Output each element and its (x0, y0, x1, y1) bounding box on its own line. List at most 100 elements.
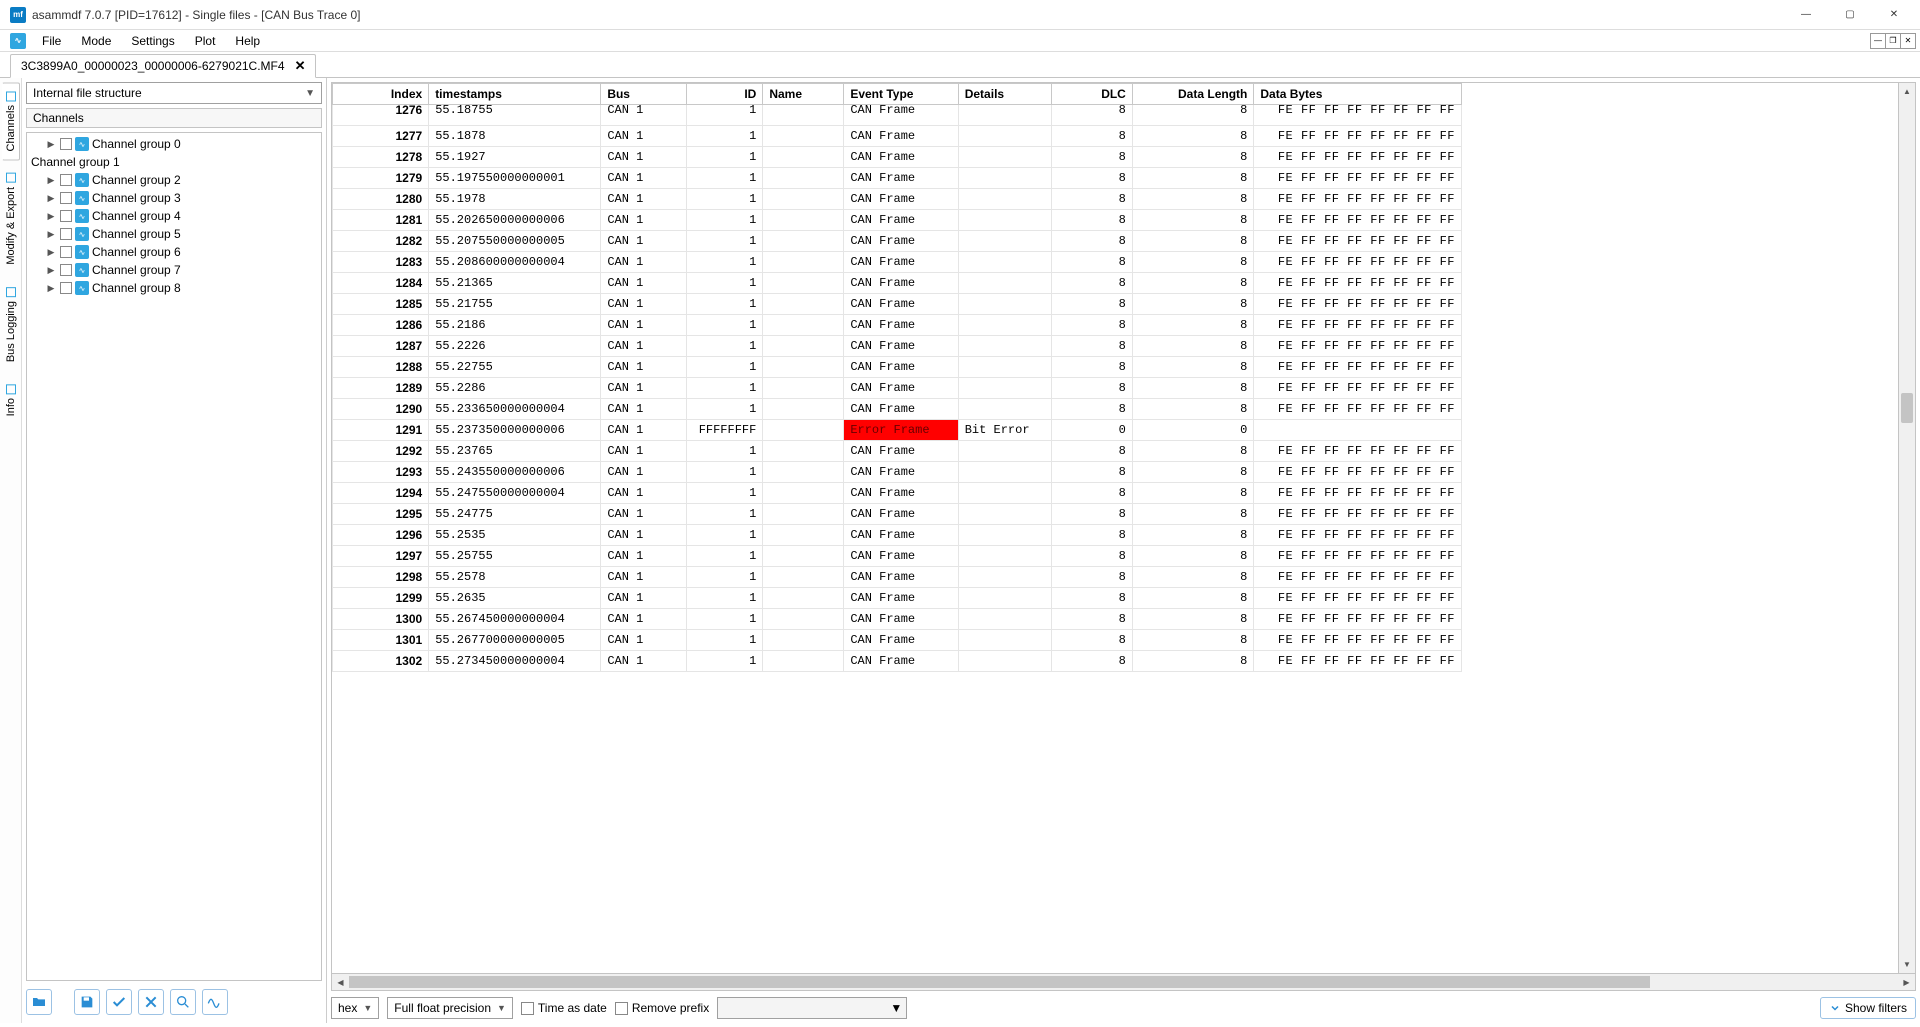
table-row[interactable]: 129055.233650000000004CAN 11CAN Frame88F… (333, 399, 1462, 420)
table-row[interactable]: 128755.2226CAN 11CAN Frame88FE FF FF FF … (333, 336, 1462, 357)
tree-checkbox[interactable] (60, 228, 72, 240)
table-row[interactable]: 127955.197550000000001CAN 11CAN Frame88F… (333, 168, 1462, 189)
scroll-thumb[interactable] (1901, 393, 1913, 423)
radix-combo[interactable]: hex ▼ (331, 997, 379, 1019)
minimize-button[interactable]: — (1784, 0, 1828, 30)
scroll-down-icon[interactable]: ▼ (1899, 956, 1915, 973)
clear-button[interactable] (138, 989, 164, 1015)
col-header-bus[interactable]: Bus (601, 84, 687, 105)
col-header-data-bytes[interactable]: Data Bytes (1254, 84, 1462, 105)
col-header-dlc[interactable]: DLC (1051, 84, 1132, 105)
col-header-data-length[interactable]: Data Length (1132, 84, 1254, 105)
table-row[interactable]: 129155.237350000000006CAN 1FFFFFFFFError… (333, 420, 1462, 441)
tree-checkbox[interactable] (60, 210, 72, 222)
channel-group-row[interactable]: ▶∿Channel group 4 (29, 207, 319, 225)
menu-mode[interactable]: Mode (71, 32, 121, 50)
file-tab[interactable]: 3C3899A0_00000023_00000006-6279021C.MF4 … (10, 54, 316, 78)
channel-group-row[interactable]: ▶∿Channel group 3 (29, 189, 319, 207)
col-header-index[interactable]: Index (333, 84, 429, 105)
mdi-minimize-icon[interactable]: — (1870, 33, 1886, 49)
precision-combo[interactable]: Full float precision ▼ (387, 997, 513, 1019)
hscroll-thumb[interactable] (349, 976, 1650, 988)
tree-expand-icon[interactable]: ▶ (45, 211, 57, 222)
channel-group-row[interactable]: ▶∿Channel group 2 (29, 171, 319, 189)
side-tab-bus-logging[interactable]: Bus Logging (2, 278, 20, 371)
mdi-restore-icon[interactable]: ❐ (1885, 33, 1901, 49)
channel-group-row[interactable]: ▶∿Channel group 5 (29, 225, 319, 243)
table-row[interactable]: 128855.22755CAN 11CAN Frame88FE FF FF FF… (333, 357, 1462, 378)
check-button[interactable] (106, 989, 132, 1015)
table-row[interactable]: 129855.2578CAN 11CAN Frame88FE FF FF FF … (333, 567, 1462, 588)
tree-expand-icon[interactable]: ▶ (45, 247, 57, 258)
tree-checkbox[interactable] (60, 174, 72, 186)
tree-expand-icon[interactable]: ▶ (45, 229, 57, 240)
tree-checkbox[interactable] (60, 282, 72, 294)
channel-group-row[interactable]: ▶∿Channel group 6 (29, 243, 319, 261)
tree-checkbox[interactable] (60, 192, 72, 204)
tree-checkbox[interactable] (60, 264, 72, 276)
menu-settings[interactable]: Settings (121, 32, 184, 50)
table-row[interactable]: 127755.1878CAN 11CAN Frame88FE FF FF FF … (333, 126, 1462, 147)
table-row[interactable]: 129655.2535CAN 11CAN Frame88FE FF FF FF … (333, 525, 1462, 546)
vertical-scrollbar[interactable]: ▲ ▼ (1898, 83, 1915, 973)
table-row[interactable]: 129755.25755CAN 11CAN Frame88FE FF FF FF… (333, 546, 1462, 567)
table-row[interactable]: 128255.207550000000005CAN 11CAN Frame88F… (333, 231, 1462, 252)
table-row[interactable]: 129555.24775CAN 11CAN Frame88FE FF FF FF… (333, 504, 1462, 525)
col-header-timestamps[interactable]: timestamps (429, 84, 601, 105)
save-button[interactable] (74, 989, 100, 1015)
table-row[interactable]: 128455.21365CAN 11CAN Frame88FE FF FF FF… (333, 273, 1462, 294)
table-row[interactable]: 128355.208600000000004CAN 11CAN Frame88F… (333, 252, 1462, 273)
channel-group-row[interactable]: ▶∿Channel group 0 (29, 135, 319, 153)
scroll-up-icon[interactable]: ▲ (1899, 83, 1915, 100)
search-button[interactable] (170, 989, 196, 1015)
table-row[interactable]: 128155.202650000000006CAN 11CAN Frame88F… (333, 210, 1462, 231)
table-row[interactable]: 129255.23765CAN 11CAN Frame88FE FF FF FF… (333, 441, 1462, 462)
structure-combo[interactable]: Internal file structure ▼ (26, 82, 322, 104)
trace-grid[interactable]: IndextimestampsBusIDNameEvent TypeDetail… (332, 83, 1462, 672)
table-row[interactable]: 129455.247550000000004CAN 11CAN Frame88F… (333, 483, 1462, 504)
tree-expand-icon[interactable]: ▶ (45, 265, 57, 276)
remove-prefix-checkbox[interactable]: Remove prefix (615, 1001, 709, 1015)
tree-expand-icon[interactable]: ▶ (45, 193, 57, 204)
tree-checkbox[interactable] (60, 138, 72, 150)
table-row[interactable]: 129355.243550000000006CAN 11CAN Frame88F… (333, 462, 1462, 483)
maximize-button[interactable]: ▢ (1828, 0, 1872, 30)
mdi-close-icon[interactable]: ✕ (1900, 33, 1916, 49)
side-tab-info[interactable]: Info (2, 375, 20, 425)
close-button[interactable]: ✕ (1872, 0, 1916, 30)
plot-button[interactable] (202, 989, 228, 1015)
menu-help[interactable]: Help (225, 32, 270, 50)
open-file-button[interactable] (26, 989, 52, 1015)
time-as-date-checkbox[interactable]: Time as date (521, 1001, 607, 1015)
channel-group-row[interactable]: ▶∿Channel group 7 (29, 261, 319, 279)
tree-checkbox[interactable] (60, 246, 72, 258)
table-row[interactable]: 127655.18755CAN 11CAN Frame88FE FF FF FF… (333, 105, 1462, 126)
channel-tree[interactable]: ▶∿Channel group 0Channel group 1▶∿Channe… (26, 132, 322, 981)
scroll-right-icon[interactable]: ▶ (1898, 978, 1915, 987)
filter-combo[interactable]: ▼ (717, 997, 907, 1019)
table-row[interactable]: 130055.267450000000004CAN 11CAN Frame88F… (333, 609, 1462, 630)
trace-grid-scroll[interactable]: IndextimestampsBusIDNameEvent TypeDetail… (332, 83, 1898, 973)
channel-group-row[interactable]: Channel group 1 (29, 153, 319, 171)
close-icon[interactable]: ✕ (295, 58, 306, 74)
tree-expand-icon[interactable]: ▶ (45, 175, 57, 186)
col-header-id[interactable]: ID (687, 84, 763, 105)
side-tab-channels[interactable]: Channels (2, 82, 20, 160)
col-header-event-type[interactable]: Event Type (844, 84, 958, 105)
scroll-left-icon[interactable]: ◀ (332, 978, 349, 987)
table-row[interactable]: 128955.2286CAN 11CAN Frame88FE FF FF FF … (333, 378, 1462, 399)
table-row[interactable]: 128055.1978CAN 11CAN Frame88FE FF FF FF … (333, 189, 1462, 210)
col-header-name[interactable]: Name (763, 84, 844, 105)
col-header-details[interactable]: Details (958, 84, 1051, 105)
table-row[interactable]: 130155.267700000000005CAN 11CAN Frame88F… (333, 630, 1462, 651)
tree-expand-icon[interactable]: ▶ (45, 139, 57, 150)
table-row[interactable]: 128555.21755CAN 11CAN Frame88FE FF FF FF… (333, 294, 1462, 315)
side-tab-modify-export[interactable]: Modify & Export (2, 164, 20, 274)
tree-expand-icon[interactable]: ▶ (45, 283, 57, 294)
menu-file[interactable]: File (32, 32, 71, 50)
show-filters-button[interactable]: Show filters (1820, 997, 1916, 1019)
table-row[interactable]: 127855.1927CAN 11CAN Frame88FE FF FF FF … (333, 147, 1462, 168)
menu-plot[interactable]: Plot (185, 32, 226, 50)
table-row[interactable]: 129955.2635CAN 11CAN Frame88FE FF FF FF … (333, 588, 1462, 609)
channel-group-row[interactable]: ▶∿Channel group 8 (29, 279, 319, 297)
